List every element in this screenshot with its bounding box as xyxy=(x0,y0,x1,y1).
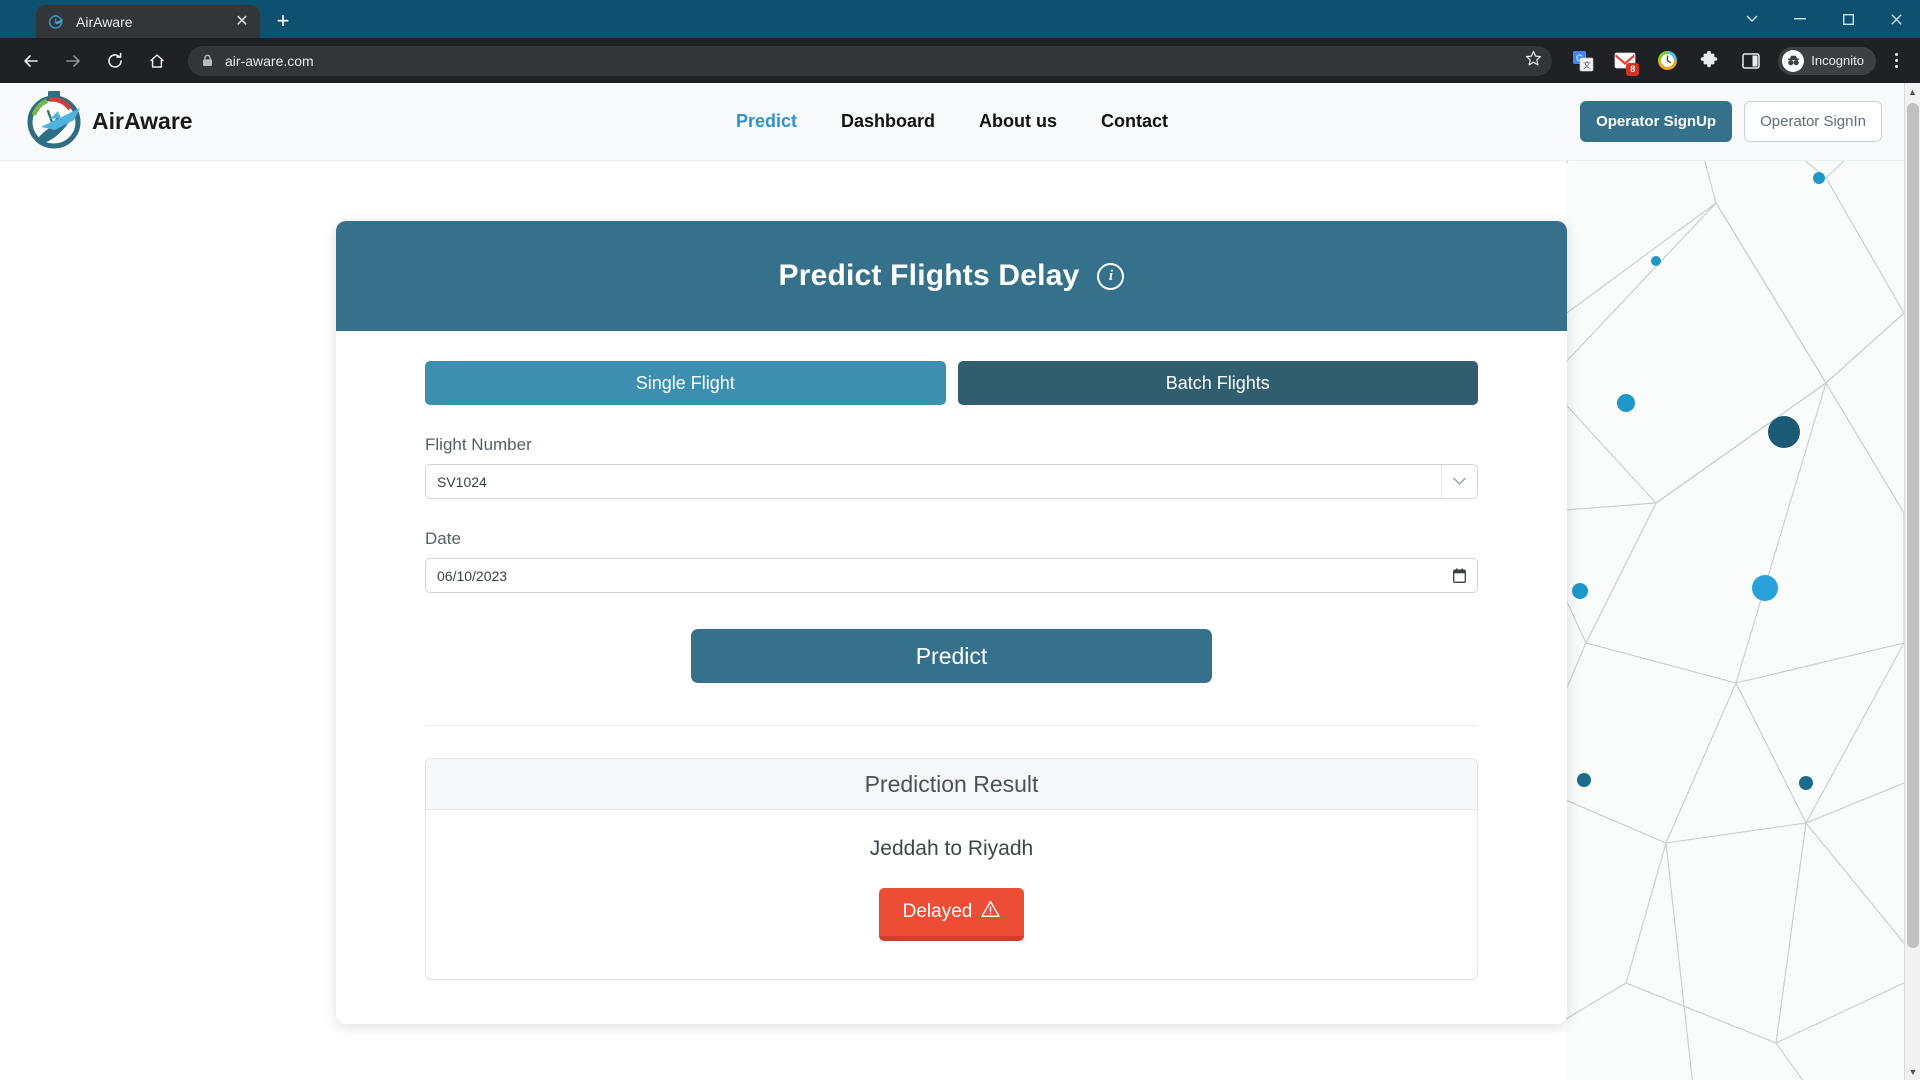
browser-toolbar: air-aware.com G 文 8 Incognito xyxy=(0,38,1920,83)
predict-card: Predict Flights Delay i Single Flight Ba… xyxy=(336,221,1567,1024)
flight-route: Jeddah to Riyadh xyxy=(869,837,1034,860)
address-bar[interactable]: air-aware.com xyxy=(188,45,1553,76)
section-divider xyxy=(425,725,1478,726)
clock-extension-icon[interactable] xyxy=(1650,44,1684,78)
bookmark-star-icon[interactable] xyxy=(1525,50,1542,72)
main-navigation: Predict Dashboard About us Contact xyxy=(736,111,1168,132)
chrome-menu-icon[interactable] xyxy=(1882,53,1910,68)
prediction-result-body: Jeddah to Riyadh Delayed xyxy=(426,810,1477,979)
site-header: AirAware Predict Dashboard About us Cont… xyxy=(0,83,1904,161)
info-circle-icon[interactable]: i xyxy=(1097,262,1125,290)
flight-number-select[interactable]: SV1024 xyxy=(425,464,1478,499)
status-badge-label: Delayed xyxy=(902,901,973,922)
nav-item-contact[interactable]: Contact xyxy=(1101,111,1168,132)
extensions-puzzle-icon[interactable] xyxy=(1692,44,1726,78)
prediction-result-header: Prediction Result xyxy=(426,759,1477,810)
tab-batch-flights[interactable]: Batch Flights xyxy=(957,361,1478,405)
address-bar-url: air-aware.com xyxy=(225,52,314,69)
predict-button-row: Predict xyxy=(425,629,1478,683)
new-tab-button[interactable]: + xyxy=(266,6,300,36)
forward-icon[interactable] xyxy=(56,44,90,78)
tab-single-flight[interactable]: Single Flight xyxy=(425,361,946,405)
airaware-logo-icon xyxy=(22,87,86,156)
window-close-button[interactable] xyxy=(1872,0,1920,38)
gmail-unread-badge: 8 xyxy=(1626,62,1640,76)
toolbar-extension-icons: G 文 8 Incognito xyxy=(1562,44,1910,78)
warning-triangle-icon xyxy=(981,900,1001,924)
date-value: 06/10/2023 xyxy=(437,567,508,584)
window-controls xyxy=(1728,0,1920,38)
scroll-down-arrow-icon[interactable]: ▼ xyxy=(1905,1063,1920,1080)
brand-name: AirAware xyxy=(92,108,193,134)
operator-signup-button[interactable]: Operator SignUp xyxy=(1580,101,1733,142)
predict-button[interactable]: Predict xyxy=(691,629,1212,683)
lock-icon xyxy=(202,54,213,67)
nav-item-predict[interactable]: Predict xyxy=(736,111,797,132)
web-page: AirAware Predict Dashboard About us Cont… xyxy=(0,83,1904,1080)
calendar-icon[interactable] xyxy=(1453,568,1466,583)
svg-text:文: 文 xyxy=(1583,60,1591,70)
incognito-icon xyxy=(1782,49,1805,72)
incognito-indicator[interactable]: Incognito xyxy=(1778,46,1876,75)
nav-item-dashboard[interactable]: Dashboard xyxy=(841,111,935,132)
tab-close-icon[interactable]: ✕ xyxy=(232,12,252,32)
back-icon[interactable] xyxy=(14,44,48,78)
decorative-polygon-background xyxy=(1566,83,1904,1080)
date-input[interactable]: 06/10/2023 xyxy=(425,558,1478,593)
nav-item-about-us[interactable]: About us xyxy=(979,111,1057,132)
page-scrollbar[interactable]: ▲ ▼ xyxy=(1904,83,1920,1080)
window-minimize-button[interactable] xyxy=(1776,0,1824,38)
page-viewport: AirAware Predict Dashboard About us Cont… xyxy=(0,83,1920,1080)
browser-tab[interactable]: AirAware ✕ xyxy=(36,5,260,38)
status-badge[interactable]: Delayed xyxy=(878,888,1025,941)
incognito-label: Incognito xyxy=(1811,53,1864,68)
scroll-up-arrow-icon[interactable]: ▲ xyxy=(1905,83,1920,100)
scrollbar-thumb[interactable] xyxy=(1907,103,1919,948)
auth-buttons: Operator SignUp Operator SignIn xyxy=(1580,101,1882,142)
tab-favicon-icon xyxy=(48,13,65,30)
browser-titlebar: AirAware ✕ + xyxy=(0,0,1920,38)
operator-signin-button[interactable]: Operator SignIn xyxy=(1744,101,1882,142)
prediction-result-panel: Prediction Result Jeddah to Riyadh Delay… xyxy=(425,758,1478,980)
chevron-down-icon[interactable] xyxy=(1441,465,1477,498)
reload-icon[interactable] xyxy=(98,44,132,78)
window-collapse-button[interactable] xyxy=(1728,0,1776,38)
page-title: Predict Flights Delay xyxy=(778,259,1080,292)
flight-number-label: Flight Number xyxy=(425,435,532,454)
mode-tabs: Single Flight Batch Flights xyxy=(425,361,1478,405)
predict-card-body: Single Flight Batch Flights Flight Numbe… xyxy=(336,331,1567,1024)
predict-card-header: Predict Flights Delay i xyxy=(336,221,1567,331)
prediction-result-heading: Prediction Result xyxy=(864,770,1039,797)
date-label: Date xyxy=(425,529,461,548)
browser-window: AirAware ✕ + air-aware.com G 文 8 Incogni… xyxy=(0,0,1920,1080)
window-maximize-button[interactable] xyxy=(1824,0,1872,38)
gmail-icon[interactable]: 8 xyxy=(1608,44,1642,78)
tab-title: AirAware xyxy=(76,13,133,30)
flight-number-value: SV1024 xyxy=(437,473,487,490)
google-translate-icon[interactable]: G 文 xyxy=(1566,44,1600,78)
home-icon[interactable] xyxy=(140,44,174,78)
side-panel-icon[interactable] xyxy=(1734,44,1768,78)
brand-logo[interactable]: AirAware xyxy=(22,87,193,156)
